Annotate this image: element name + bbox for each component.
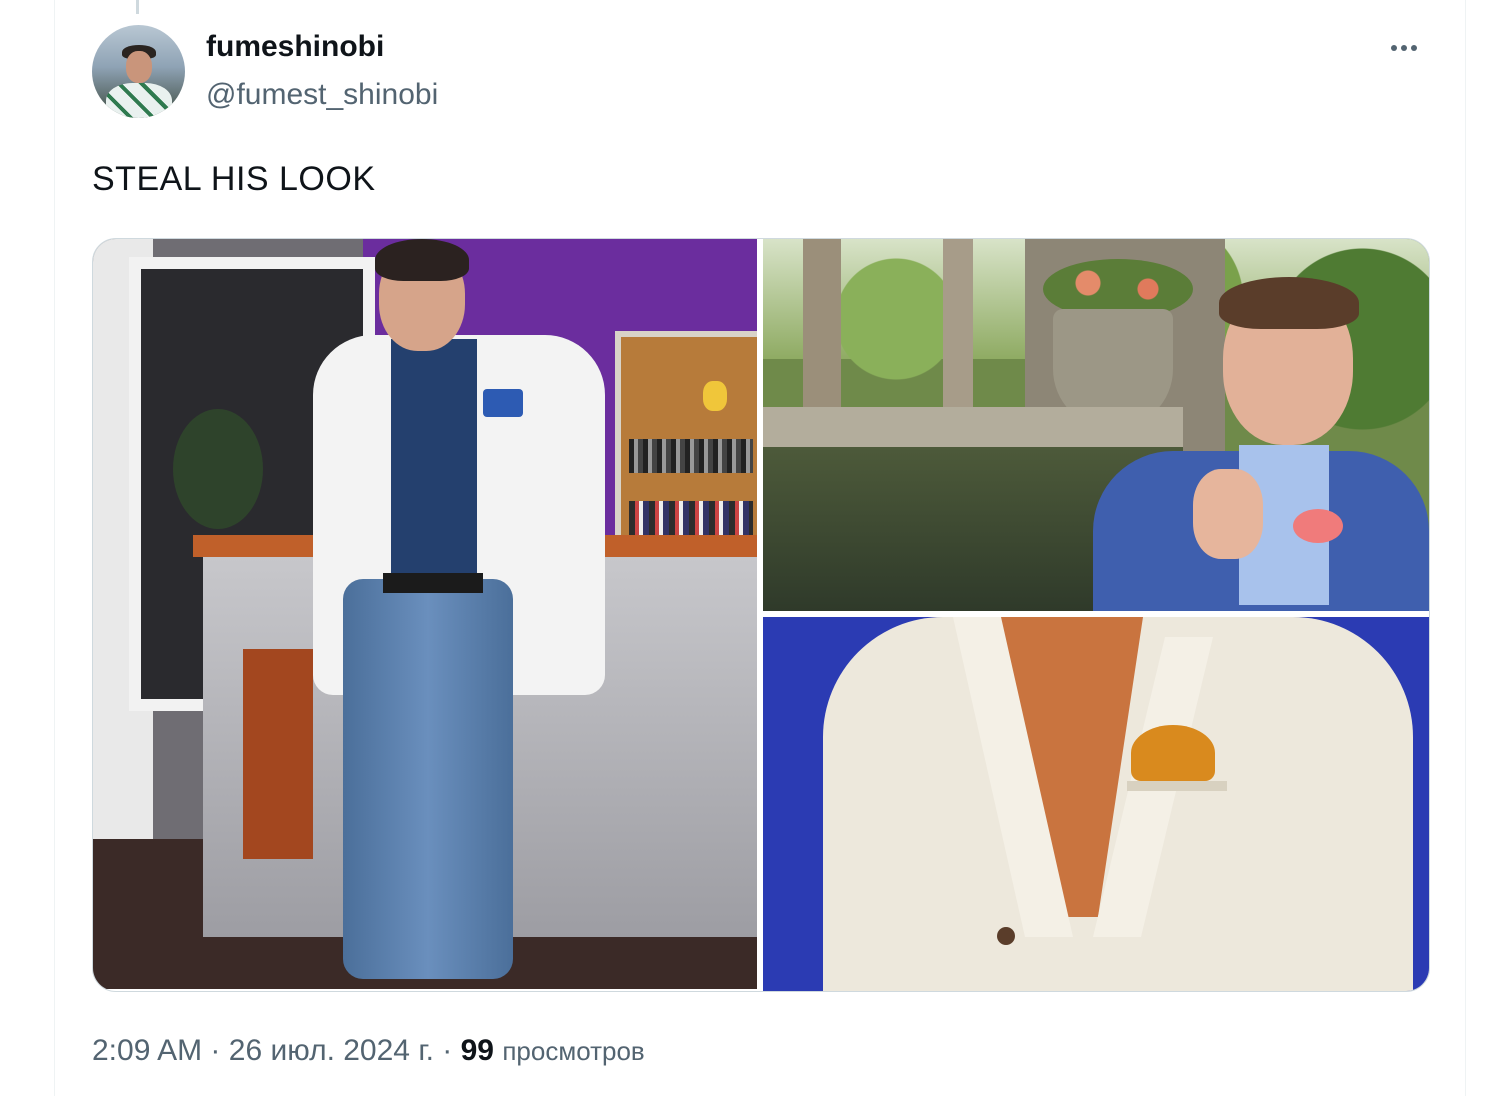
tweet-media-grid xyxy=(92,238,1430,992)
more-horizontal-icon-dot xyxy=(1401,45,1407,51)
meta-separator: · xyxy=(442,1034,453,1067)
thread-connector-line xyxy=(136,0,139,14)
avatar-face xyxy=(126,51,152,83)
more-options-button[interactable] xyxy=(1382,30,1426,66)
views-label: просмотров xyxy=(502,1036,645,1066)
views-count: 99 xyxy=(460,1034,494,1067)
photo-railing xyxy=(763,407,1183,447)
photo-hair xyxy=(1219,277,1359,329)
media-photo-office[interactable] xyxy=(93,239,757,989)
photo-hand xyxy=(1193,469,1263,559)
tweet-time[interactable]: 2:09 AM xyxy=(92,1034,202,1067)
photo-pineapple xyxy=(703,381,727,411)
photo-jeans xyxy=(343,579,513,979)
more-horizontal-icon xyxy=(1391,45,1397,51)
photo-button xyxy=(997,927,1015,945)
media-photo-garden[interactable] xyxy=(763,239,1429,611)
photo-pocket-square xyxy=(1131,725,1215,781)
meta-separator: · xyxy=(210,1034,221,1067)
photo-pocket xyxy=(1127,781,1227,791)
photo-shirt xyxy=(391,339,477,579)
photo-plant xyxy=(173,409,263,529)
author-handle[interactable]: @fumest_shinobi xyxy=(206,78,438,112)
author-display-name[interactable]: fumeshinobi xyxy=(206,30,384,64)
tweet-meta: 2:09 AM · 26 июл. 2024 г. · 99 просмотро… xyxy=(92,1034,645,1068)
avatar-shirt xyxy=(106,83,172,118)
photo-hair xyxy=(375,239,469,281)
photo-pocket-square xyxy=(483,389,523,417)
photo-belt xyxy=(383,573,483,593)
photo-flower xyxy=(1293,509,1343,543)
photo-counter-panel xyxy=(243,649,313,859)
tweet-date[interactable]: 26 июл. 2024 г. xyxy=(229,1034,434,1067)
tweet-text: STEAL HIS LOOK xyxy=(92,160,376,198)
more-horizontal-icon-dot xyxy=(1411,45,1417,51)
media-photo-jacket[interactable] xyxy=(763,617,1429,991)
timeline-border-right xyxy=(1465,0,1466,1096)
tweet-page: fumeshinobi @fumest_shinobi STEAL HIS LO… xyxy=(0,0,1500,1096)
author-avatar[interactable] xyxy=(92,25,185,118)
timeline-border-left xyxy=(54,0,55,1096)
photo-books xyxy=(629,439,753,473)
